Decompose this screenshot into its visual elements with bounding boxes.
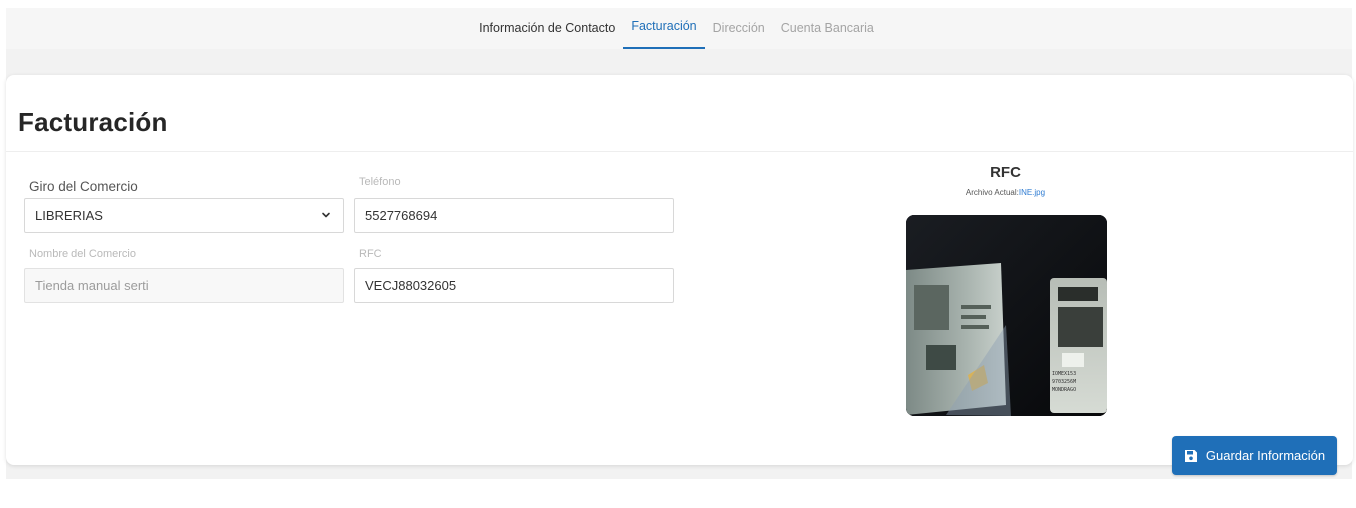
rfc-value: VECJ88032605 [365,278,457,293]
rfc-file-prefix: Archivo Actual: [965,188,1019,197]
save-icon [1184,449,1197,462]
tab-direccion[interactable]: Dirección [705,8,773,49]
tab-facturacion[interactable]: Facturación [623,8,705,49]
nombre-label: Nombre del Comercio [29,248,136,260]
giro-label: Giro del Comercio [29,179,138,194]
giro-select[interactable]: LIBRERIAS [24,198,344,233]
nombre-field: Tienda manual serti [24,268,344,303]
tab-cuenta-bancaria[interactable]: Cuenta Bancaria [773,8,882,49]
billing-card: Facturación Giro del Comercio LIBRERIAS … [6,75,1353,465]
rfc-upload-title: RFC [990,164,1021,181]
telefono-field[interactable]: 5527768694 [354,198,674,233]
page-title: Facturación [18,107,168,137]
nombre-value: Tienda manual serti [35,278,149,293]
title-divider [6,151,1353,152]
rfc-file-link[interactable]: INE.jpg [1019,188,1045,197]
chevron-down-icon [322,212,330,218]
id-card-photo: IOMEX153 9703256M MONDRAGO [906,215,1107,416]
save-button[interactable]: Guardar Información [1172,436,1337,475]
telefono-label: Teléfono [359,176,401,188]
tab-bar: Información de Contacto Facturación Dire… [6,8,1352,49]
svg-text:9703256M: 9703256M [1052,379,1076,385]
svg-text:IOMEX153: IOMEX153 [1052,371,1076,377]
rfc-field[interactable]: VECJ88032605 [354,268,674,303]
rfc-current-file: Archivo Actual:INE.jpg [904,188,1107,197]
rfc-document-image[interactable]: IOMEX153 9703256M MONDRAGO [906,215,1107,416]
svg-text:MONDRAGO: MONDRAGO [1052,387,1076,393]
step-tabs: Información de Contacto Facturación Dire… [6,8,1352,49]
telefono-value: 5527768694 [365,208,438,223]
giro-value: LIBRERIAS [35,208,103,223]
tab-informacion-contacto[interactable]: Información de Contacto [471,8,623,49]
save-button-label: Guardar Información [1205,448,1326,463]
rfc-label: RFC [359,248,382,260]
